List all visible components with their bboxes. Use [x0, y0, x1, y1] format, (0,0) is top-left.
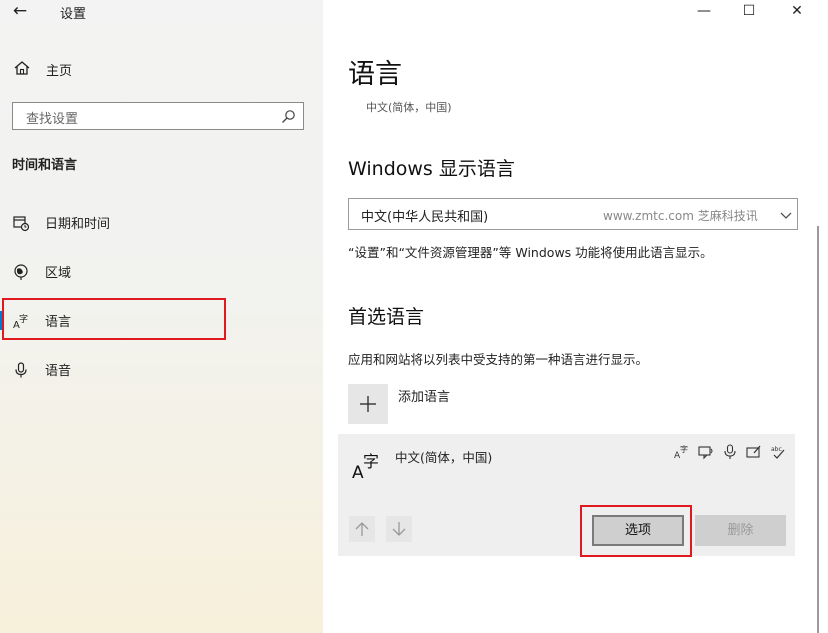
page-subtitle: 中文(简体，中国): [366, 101, 452, 114]
sidebar-item-label: 区域: [45, 266, 72, 281]
speech-recognition-icon: [724, 444, 736, 459]
remove-button[interactable]: 删除: [695, 515, 786, 546]
search-icon[interactable]: [281, 109, 296, 124]
sidebar: ← 设置 主页 查找设置 时间和语言 日期和时间 区域 A 字 语言 语音: [0, 0, 323, 633]
move-down-button[interactable]: [386, 516, 412, 542]
calendar-clock-icon: [13, 216, 30, 232]
home-label: 主页: [46, 64, 73, 79]
microphone-icon: [15, 362, 27, 378]
dropdown-selected-value: 中文(中华人民共和国): [361, 210, 489, 225]
sidebar-item-label: 日期和时间: [45, 217, 111, 232]
svg-text:字: 字: [680, 444, 688, 454]
add-language-label[interactable]: 添加语言: [398, 386, 450, 405]
svg-text:abc: abc: [771, 446, 782, 453]
watermark-text: www.zmtc.com 芝麻科技讯: [603, 209, 758, 223]
spell-check-icon: abc: [771, 446, 785, 459]
preferred-languages-description: 应用和网站将以列表中受支持的第一种语言进行显示。: [348, 352, 649, 367]
handwriting-icon: [746, 445, 761, 458]
svg-text:字: 字: [363, 452, 379, 471]
highlight-annotation-box: [2, 298, 226, 340]
search-input[interactable]: 查找设置: [12, 102, 304, 130]
scrollbar[interactable]: [817, 226, 819, 633]
move-up-button[interactable]: [349, 516, 375, 542]
section-heading: 时间和语言: [12, 158, 78, 173]
sidebar-item-region[interactable]: 区域: [0, 254, 323, 288]
display-language-description: “设置”和“文件资源管理器”等 Windows 功能将使用此语言显示。: [348, 245, 713, 260]
globe-region-icon: [14, 264, 28, 280]
page-title: 语言: [348, 59, 402, 90]
add-language-button[interactable]: [348, 384, 388, 424]
search-placeholder: 查找设置: [26, 112, 79, 127]
home-icon: [14, 61, 30, 75]
app-title: 设置: [60, 7, 87, 22]
arrow-down-icon: [392, 522, 406, 536]
back-button[interactable]: ←: [9, 1, 31, 21]
language-glyph-icon: A 字: [352, 452, 379, 481]
language-feature-icons: A 字 abc: [674, 444, 786, 462]
maximize-button[interactable]: ☐: [738, 2, 760, 20]
highlight-annotation-box: [580, 505, 692, 557]
close-button[interactable]: ✕: [786, 2, 808, 20]
preferred-languages-heading: 首选语言: [348, 306, 425, 328]
sidebar-item-speech[interactable]: 语音: [0, 352, 323, 386]
sidebar-item-date-time[interactable]: 日期和时间: [0, 205, 323, 239]
back-arrow-icon: ←: [12, 1, 28, 21]
language-name: 中文(简体，中国): [395, 450, 493, 465]
home-nav-item[interactable]: 主页: [0, 56, 323, 82]
plus-icon: [360, 396, 376, 412]
chevron-down-icon: [780, 212, 792, 219]
display-language-feature-icon: A 字: [674, 444, 688, 460]
title-bar: ← 设置: [0, 0, 323, 24]
window-controls: — ☐ ✕: [690, 0, 828, 24]
arrow-up-icon: [355, 522, 369, 536]
text-to-speech-icon: [698, 446, 713, 460]
sidebar-item-label: 语音: [45, 364, 72, 379]
minimize-button[interactable]: —: [693, 2, 715, 20]
display-language-dropdown[interactable]: 中文(中华人民共和国) www.zmtc.com 芝麻科技讯: [348, 198, 798, 230]
display-language-heading: Windows 显示语言: [348, 158, 515, 180]
